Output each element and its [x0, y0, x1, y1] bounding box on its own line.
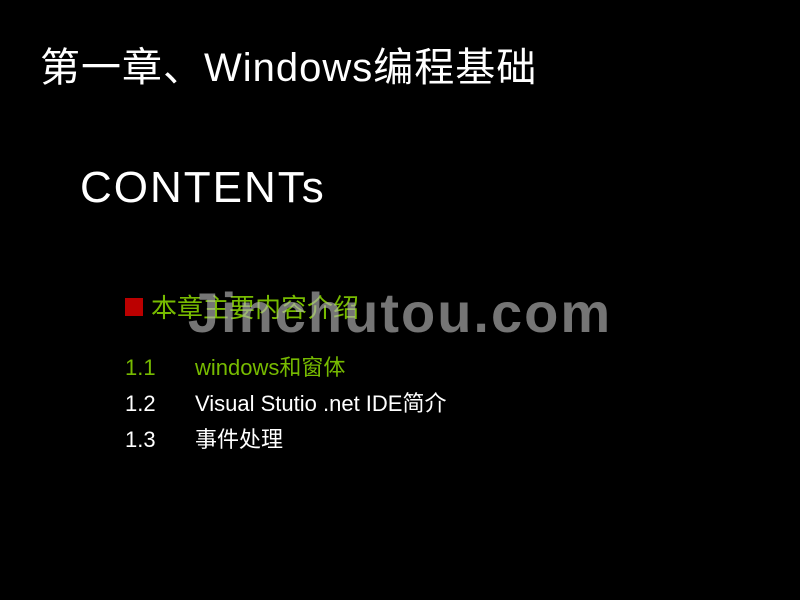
chapter-title: 第一章、Windows编程基础 — [0, 0, 800, 93]
contents-heading: CONTENTs — [0, 93, 800, 213]
toc-number: 1.3 — [125, 427, 195, 453]
presentation-slide: 第一章、Windows编程基础 CONTENTs 本章主要内容介绍 1.1 wi… — [0, 0, 800, 600]
section-intro: 本章主要内容介绍 — [0, 213, 800, 325]
toc-item: 1.3 事件处理 — [125, 422, 800, 454]
toc-title: 事件处理 — [195, 422, 283, 454]
toc-title: windows和窗体 — [195, 350, 345, 382]
intro-text: 本章主要内容介绍 — [151, 288, 359, 325]
toc-number: 1.2 — [125, 391, 195, 417]
toc-title: Visual Stutio .net IDE简介 — [195, 386, 447, 418]
toc-number: 1.1 — [125, 355, 195, 381]
table-of-contents: 1.1 windows和窗体 1.2 Visual Stutio .net ID… — [0, 325, 800, 454]
toc-item: 1.1 windows和窗体 — [125, 350, 800, 382]
bullet-square-icon — [125, 298, 143, 316]
toc-item: 1.2 Visual Stutio .net IDE简介 — [125, 386, 800, 418]
